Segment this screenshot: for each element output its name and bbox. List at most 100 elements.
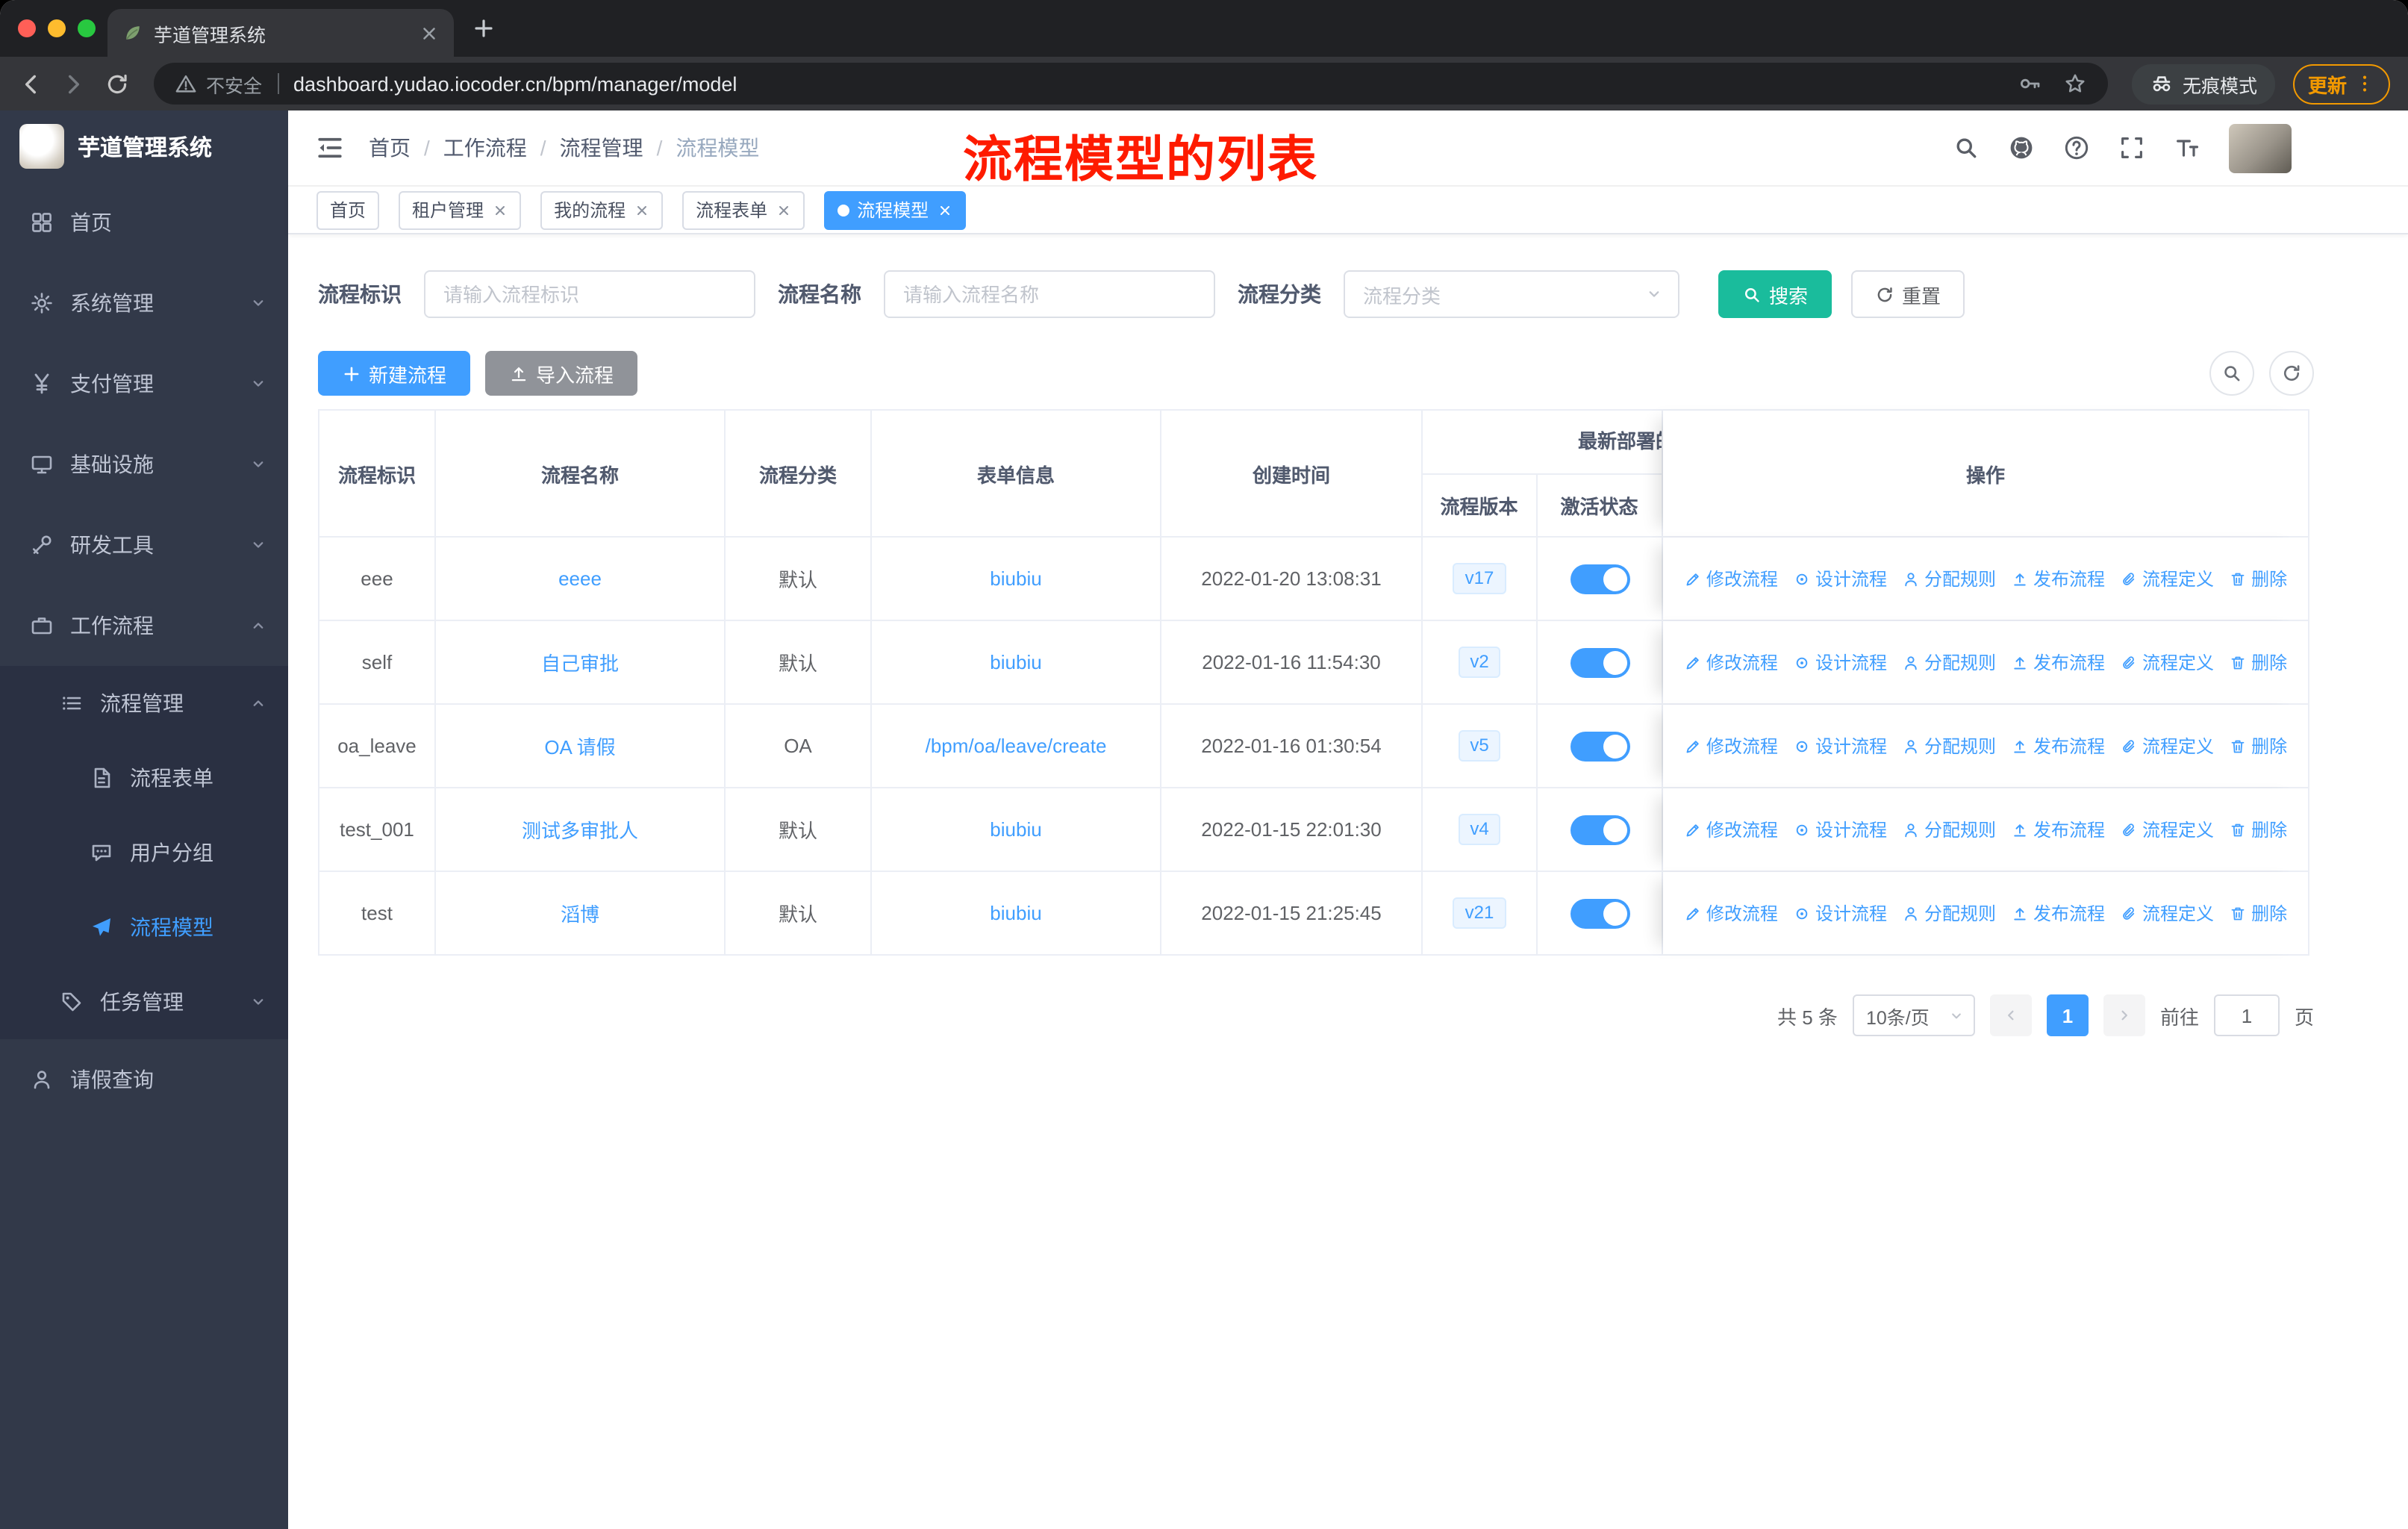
browser-menu-icon[interactable] — [2354, 73, 2375, 94]
process-name-input[interactable] — [884, 270, 1215, 318]
search-icon[interactable] — [1953, 134, 1980, 161]
publish-process-link[interactable]: 发布流程 — [2011, 817, 2105, 842]
close-icon[interactable] — [634, 202, 649, 217]
breadcrumb-item[interactable]: 流程管理 — [560, 133, 643, 163]
process-id-input[interactable] — [424, 270, 755, 318]
breadcrumb-item[interactable]: 首页 — [369, 133, 411, 163]
design-process-link[interactable]: 设计流程 — [1793, 900, 1887, 926]
process-definition-link[interactable]: 流程定义 — [2120, 650, 2214, 675]
form-link[interactable]: /bpm/oa/leave/create — [926, 735, 1107, 757]
page-number-active[interactable]: 1 — [2046, 994, 2089, 1036]
process-definition-link[interactable]: 流程定义 — [2120, 900, 2214, 926]
sidebar-item-process-model[interactable]: 流程模型 — [0, 890, 288, 965]
sidebar-item-payment[interactable]: 支付管理 — [0, 343, 288, 424]
browser-tab[interactable]: 芋道管理系统 — [107, 9, 454, 57]
sidebar-item-workflow[interactable]: 工作流程 — [0, 585, 288, 666]
process-category-select[interactable]: 流程分类 — [1344, 270, 1679, 318]
design-process-link[interactable]: 设计流程 — [1793, 733, 1887, 759]
edit-process-link[interactable]: 修改流程 — [1684, 817, 1778, 842]
delete-process-link[interactable]: 删除 — [2229, 900, 2287, 926]
active-toggle[interactable] — [1570, 898, 1629, 928]
publish-process-link[interactable]: 发布流程 — [2011, 650, 2105, 675]
sidebar-collapse-icon[interactable] — [315, 133, 345, 163]
process-name-link[interactable]: 自己审批 — [541, 648, 619, 676]
bookmark-star-icon[interactable] — [2063, 72, 2087, 96]
back-button[interactable] — [18, 71, 43, 96]
sidebar-item-home[interactable]: 首页 — [0, 182, 288, 263]
form-link[interactable]: biubiu — [990, 818, 1041, 841]
delete-process-link[interactable]: 删除 — [2229, 566, 2287, 591]
process-definition-link[interactable]: 流程定义 — [2120, 817, 2214, 842]
process-name-link[interactable]: 测试多审批人 — [522, 815, 638, 844]
assign-rule-link[interactable]: 分配规则 — [1902, 900, 1996, 926]
assign-rule-link[interactable]: 分配规则 — [1902, 650, 1996, 675]
reload-button[interactable] — [105, 71, 130, 96]
fullscreen-icon[interactable] — [2118, 134, 2145, 161]
edit-process-link[interactable]: 修改流程 — [1684, 733, 1778, 759]
delete-process-link[interactable]: 删除 — [2229, 733, 2287, 759]
window-close-button[interactable] — [18, 19, 36, 37]
active-toggle[interactable] — [1570, 564, 1629, 594]
window-minimize-button[interactable] — [48, 19, 66, 37]
sidebar-item-process-form[interactable]: 流程表单 — [0, 741, 288, 815]
import-process-button[interactable]: 导入流程 — [485, 351, 638, 396]
search-button[interactable]: 搜索 — [1718, 270, 1832, 318]
tag-home[interactable]: 首页 — [316, 190, 380, 229]
publish-process-link[interactable]: 发布流程 — [2011, 733, 2105, 759]
form-link[interactable]: biubiu — [990, 567, 1041, 590]
sidebar-item-user-group[interactable]: 用户分组 — [0, 815, 288, 890]
font-size-icon[interactable] — [2174, 134, 2200, 161]
close-icon[interactable] — [776, 202, 791, 217]
sidebar-item-system[interactable]: 系统管理 — [0, 263, 288, 343]
design-process-link[interactable]: 设计流程 — [1793, 566, 1887, 591]
process-name-link[interactable]: 滔博 — [561, 899, 599, 927]
refresh-table-button[interactable] — [2269, 351, 2314, 396]
publish-process-link[interactable]: 发布流程 — [2011, 900, 2105, 926]
delete-process-link[interactable]: 删除 — [2229, 650, 2287, 675]
page-size-select[interactable]: 10条/页 — [1852, 994, 1975, 1036]
edit-process-link[interactable]: 修改流程 — [1684, 650, 1778, 675]
address-bar[interactable]: 不安全 dashboard.yudao.iocoder.cn/bpm/manag… — [154, 63, 2108, 105]
tag-tenant[interactable]: 租户管理 — [399, 190, 522, 229]
process-definition-link[interactable]: 流程定义 — [2120, 733, 2214, 759]
edit-process-link[interactable]: 修改流程 — [1684, 566, 1778, 591]
github-icon[interactable] — [2008, 134, 2035, 161]
active-toggle[interactable] — [1570, 647, 1629, 677]
browser-update-button[interactable]: 更新 — [2292, 63, 2390, 104]
publish-process-link[interactable]: 发布流程 — [2011, 566, 2105, 591]
window-zoom-button[interactable] — [78, 19, 96, 37]
design-process-link[interactable]: 设计流程 — [1793, 650, 1887, 675]
breadcrumb-item[interactable]: 工作流程 — [443, 133, 527, 163]
tag-process-model[interactable]: 流程模型 — [824, 190, 967, 229]
active-toggle[interactable] — [1570, 815, 1629, 844]
reset-button[interactable]: 重置 — [1851, 270, 1965, 318]
sidebar-item-leave-query[interactable]: 请假查询 — [0, 1039, 288, 1120]
new-tab-button[interactable] — [472, 16, 496, 40]
help-icon[interactable] — [2063, 134, 2090, 161]
password-key-icon[interactable] — [2018, 72, 2042, 96]
form-link[interactable]: biubiu — [990, 651, 1041, 673]
design-process-link[interactable]: 设计流程 — [1793, 817, 1887, 842]
forward-button[interactable] — [61, 71, 87, 96]
process-name-link[interactable]: eeee — [558, 567, 602, 590]
close-icon[interactable] — [938, 202, 952, 217]
tag-process-form[interactable]: 流程表单 — [682, 190, 805, 229]
show-search-button[interactable] — [2209, 351, 2254, 396]
assign-rule-link[interactable]: 分配规则 — [1902, 817, 1996, 842]
next-page-button[interactable] — [2103, 994, 2145, 1036]
sidebar-item-infrastructure[interactable]: 基础设施 — [0, 424, 288, 505]
process-name-link[interactable]: OA 请假 — [544, 732, 615, 760]
prev-page-button[interactable] — [1989, 994, 2032, 1036]
active-toggle[interactable] — [1570, 731, 1629, 761]
sidebar-item-task-manage[interactable]: 任务管理 — [0, 965, 288, 1039]
tag-my-process[interactable]: 我的流程 — [540, 190, 664, 229]
delete-process-link[interactable]: 删除 — [2229, 817, 2287, 842]
goto-page-input[interactable] — [2213, 994, 2280, 1036]
close-icon[interactable] — [493, 202, 508, 217]
assign-rule-link[interactable]: 分配规则 — [1902, 733, 1996, 759]
form-link[interactable]: biubiu — [990, 902, 1041, 924]
process-definition-link[interactable]: 流程定义 — [2120, 566, 2214, 591]
create-process-button[interactable]: 新建流程 — [318, 351, 471, 396]
sidebar-item-devtools[interactable]: 研发工具 — [0, 505, 288, 585]
user-avatar[interactable] — [2229, 123, 2292, 172]
